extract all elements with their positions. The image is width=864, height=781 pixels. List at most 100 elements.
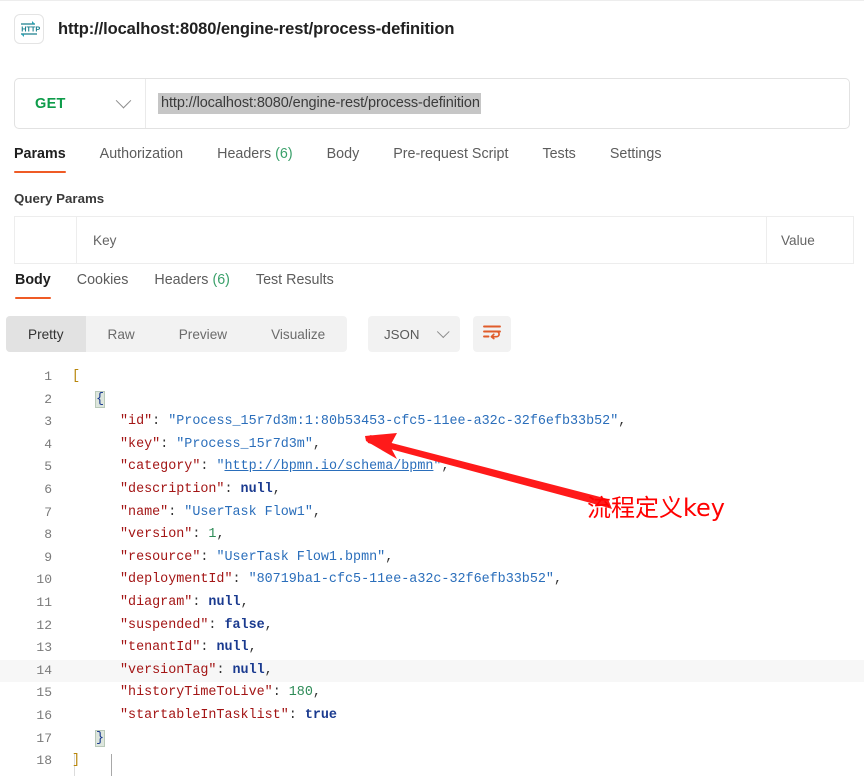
view-mode-visualize[interactable]: Visualize (249, 316, 347, 352)
code-token: null (240, 481, 273, 497)
select-all-checkbox-cell[interactable] (15, 217, 77, 263)
code-line: 9 "resource": "UserTask Flow1.bpmn", (0, 547, 864, 570)
code-token: "key" (120, 436, 161, 452)
line-number: 15 (36, 685, 52, 701)
code-token: , (441, 459, 450, 475)
url-value: http://localhost:8080/engine-rest/proces… (158, 93, 481, 114)
line-number: 2 (44, 391, 52, 407)
code-token: true (304, 707, 337, 723)
code-line: 4 "key": "Process_15r7d3m", (0, 434, 864, 457)
code-token: , (216, 527, 225, 543)
code-token: , (272, 481, 281, 497)
tab-headers-count: (6) (275, 146, 293, 162)
response-tab-body[interactable]: Body (5, 272, 67, 299)
code-text: "historyTimeToLive": 180, (120, 682, 321, 705)
tab-params[interactable]: Params (14, 146, 84, 173)
tab-tests[interactable]: Tests (526, 146, 593, 173)
url-input[interactable]: http://localhost:8080/engine-rest/proces… (146, 79, 849, 128)
tab-body[interactable]: Body (311, 146, 378, 173)
response-body-code[interactable]: 1[ 2 {3 "id": "Process_15r7d3m:1:80b53453-c… (0, 366, 864, 776)
line-number: 5 (44, 459, 52, 475)
code-token: "versionTag" (120, 662, 217, 678)
svg-text:HTTP: HTTP (21, 24, 40, 33)
code-token: , (312, 436, 321, 452)
response-tab-cookies[interactable]: Cookies (67, 272, 145, 299)
view-mode-raw[interactable]: Raw (86, 316, 157, 352)
chevron-down-icon (436, 325, 449, 338)
wrap-lines-button[interactable] (473, 316, 511, 352)
line-number: 10 (36, 572, 52, 588)
line-number: 8 (44, 527, 52, 543)
table-header-row: Key Value (15, 217, 853, 264)
tab-params-label: Params (14, 146, 66, 162)
code-text: "version": 1, (120, 524, 225, 547)
code-line: 12 "suspended": false, (0, 615, 864, 638)
code-line: 1[ (0, 366, 864, 389)
code-token: "category" (120, 459, 201, 475)
code-token: "historyTimeToLive" (120, 685, 273, 701)
code-token: : (200, 459, 217, 475)
code-line: 5 "category": "http://bpmn.io/schema/bpmn… (0, 456, 864, 479)
method-selector[interactable]: GET (15, 79, 146, 128)
code-line: 7 "name": "UserTask Flow1", (0, 502, 864, 525)
code-token: , (312, 504, 321, 520)
tab-settings[interactable]: Settings (594, 146, 680, 173)
page-title: http://localhost:8080/engine-rest/proces… (58, 19, 455, 38)
request-title-row: HTTP http://localhost:8080/engine-rest/p… (14, 14, 454, 44)
response-tab-headers[interactable]: Headers (6) (144, 272, 246, 299)
tab-headers[interactable]: Headers (6) (201, 146, 311, 173)
code-text: "tenantId": null, (120, 637, 257, 660)
line-number: 7 (44, 504, 52, 520)
line-number: 4 (44, 436, 52, 452)
tab-authorization[interactable]: Authorization (84, 146, 201, 173)
chevron-down-icon (115, 92, 132, 109)
code-token: "UserTask Flow1" (184, 504, 313, 520)
code-line: 18] (0, 750, 864, 773)
code-token: : (272, 685, 289, 701)
tab-settings-label: Settings (609, 146, 662, 162)
code-line: 11 "diagram": null, (0, 592, 864, 615)
line-number: 12 (36, 617, 52, 633)
code-token: "deploymentId" (120, 572, 233, 588)
line-number: 9 (44, 549, 52, 565)
tab-tests-label: Tests (542, 146, 576, 162)
response-tab-test-results[interactable]: Test Results (246, 272, 350, 299)
code-token: : (192, 594, 209, 610)
view-mode-preview[interactable]: Preview (157, 316, 249, 352)
code-token: } (94, 729, 106, 747)
code-token: , (240, 594, 249, 610)
code-token: "Process_15r7d3m:1:80b53453-cfc5-11ee-a3… (168, 414, 619, 430)
line-number: 11 (36, 594, 52, 610)
code-token: null (232, 662, 265, 678)
code-token[interactable]: http://bpmn.io/schema/bpmn (224, 459, 433, 474)
view-mode-pretty[interactable]: Pretty (6, 316, 86, 352)
code-token: "UserTask Flow1.bpmn" (216, 549, 386, 565)
format-selector[interactable]: JSON (368, 316, 460, 352)
code-line: 17} (0, 728, 864, 751)
response-tab-body-label: Body (15, 272, 51, 288)
column-header-value: Value (781, 232, 815, 248)
code-line: 3 "id": "Process_15r7d3m:1:80b53453-cfc5-… (0, 411, 864, 434)
code-line: 14 "versionTag": null, (0, 659, 864, 683)
tab-body-label: Body (326, 146, 360, 162)
code-text: "key": "Process_15r7d3m", (120, 434, 321, 457)
code-line: 10 "deploymentId": "80719ba1-cfc5-11ee-a3… (0, 569, 864, 592)
tab-pre-request-script[interactable]: Pre-request Script (377, 146, 526, 173)
code-token: null (216, 640, 249, 656)
code-token: "80719ba1-cfc5-11ee-a32c-32f6efb33b52" (248, 572, 554, 588)
response-tab-headers-label: Headers (154, 272, 209, 288)
response-tabs: Body Cookies Headers (6) Test Results (5, 272, 350, 299)
column-header-key: Key (77, 217, 767, 263)
code-token: : (192, 527, 209, 543)
line-number: 6 (44, 481, 52, 497)
query-params-table: Key Value (14, 216, 854, 264)
response-tab-test-results-label: Test Results (255, 272, 334, 288)
code-token: : (288, 707, 305, 723)
code-token: : (152, 414, 169, 430)
code-text: { (94, 389, 106, 412)
code-text: "description": null, (120, 479, 281, 502)
code-token: false (224, 617, 265, 633)
code-token: 180 (288, 685, 313, 701)
code-token: : (168, 504, 185, 520)
top-divider (0, 0, 864, 1)
